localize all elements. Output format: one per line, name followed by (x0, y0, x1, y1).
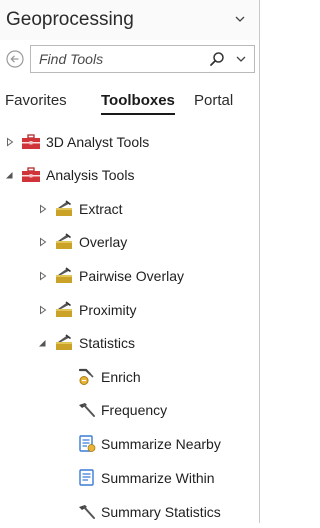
toolset-icon (56, 301, 72, 317)
tree-item-label: Statistics (79, 335, 136, 351)
hammer-tool-icon (79, 505, 95, 519)
toolbox-icon (22, 134, 40, 149)
tab-bar: Favorites Toolboxes Portal (0, 90, 259, 120)
back-arrow-icon[interactable] (6, 50, 24, 68)
tree-item-proximity[interactable]: Proximity (0, 296, 259, 326)
tree-item-label: Pairwise Overlay (79, 268, 185, 284)
script-tool-icon (79, 469, 94, 486)
search-box (30, 45, 255, 73)
tree-item-label: Extract (79, 201, 123, 217)
tool-enrich[interactable]: Enrich (0, 363, 259, 393)
search-input[interactable] (39, 49, 189, 69)
tree-item-analysis-tools[interactable]: Analysis Tools (0, 161, 259, 191)
tab-favorites[interactable]: Favorites (5, 90, 67, 112)
toolset-icon (56, 334, 72, 350)
tree-item-label: Summary Statistics (101, 504, 221, 520)
expander-collapsed-icon[interactable] (38, 271, 48, 281)
enrich-tool-icon (78, 368, 94, 385)
hammer-tool-icon (79, 403, 95, 417)
tree-item-statistics[interactable]: Statistics (0, 329, 259, 359)
expander-collapsed-icon[interactable] (5, 137, 15, 147)
tree-item-label: Summarize Within (101, 470, 215, 486)
toolset-icon (56, 200, 72, 216)
expander-expanded-icon[interactable] (4, 170, 14, 180)
tree-item-3d-analyst-tools[interactable]: 3D Analyst Tools (0, 128, 259, 158)
tab-toolboxes[interactable]: Toolboxes (101, 90, 175, 115)
expander-collapsed-icon[interactable] (38, 237, 48, 247)
tree-item-label: Frequency (101, 402, 168, 418)
script-tool-icon (79, 435, 96, 452)
tab-portal[interactable]: Portal (194, 90, 233, 112)
tree-item-label: Proximity (79, 302, 137, 318)
tree-item-extract[interactable]: Extract (0, 195, 259, 225)
toolset-icon (56, 267, 72, 283)
tool-summarize-within[interactable]: Summarize Within (0, 464, 259, 494)
expander-expanded-icon[interactable] (37, 338, 47, 348)
tree-item-label: Enrich (101, 369, 141, 385)
pane-title: Geoprocessing (6, 9, 134, 30)
tree-item-pairwise-overlay[interactable]: Pairwise Overlay (0, 262, 259, 292)
expander-collapsed-icon[interactable] (38, 305, 48, 315)
toolset-icon (56, 233, 72, 249)
pane-header: Geoprocessing (0, 0, 259, 40)
tree-item-overlay[interactable]: Overlay (0, 228, 259, 258)
geoprocessing-pane: Geoprocessing Favorites Toolboxes Portal (0, 0, 260, 523)
tool-summary-statistics[interactable]: Summary Statistics (0, 498, 259, 528)
tree-item-label: Analysis Tools (46, 167, 135, 183)
tool-frequency[interactable]: Frequency (0, 396, 259, 426)
toolbox-icon (22, 167, 40, 182)
search-icon[interactable] (209, 51, 225, 67)
search-options-chevron-icon[interactable] (235, 53, 247, 65)
chevron-down-icon[interactable] (233, 12, 247, 26)
tree-item-label: 3D Analyst Tools (46, 134, 150, 150)
tree-item-label: Summarize Nearby (101, 436, 221, 452)
expander-collapsed-icon[interactable] (38, 204, 48, 214)
tool-summarize-nearby[interactable]: Summarize Nearby (0, 430, 259, 460)
tree-item-label: Overlay (79, 234, 128, 250)
